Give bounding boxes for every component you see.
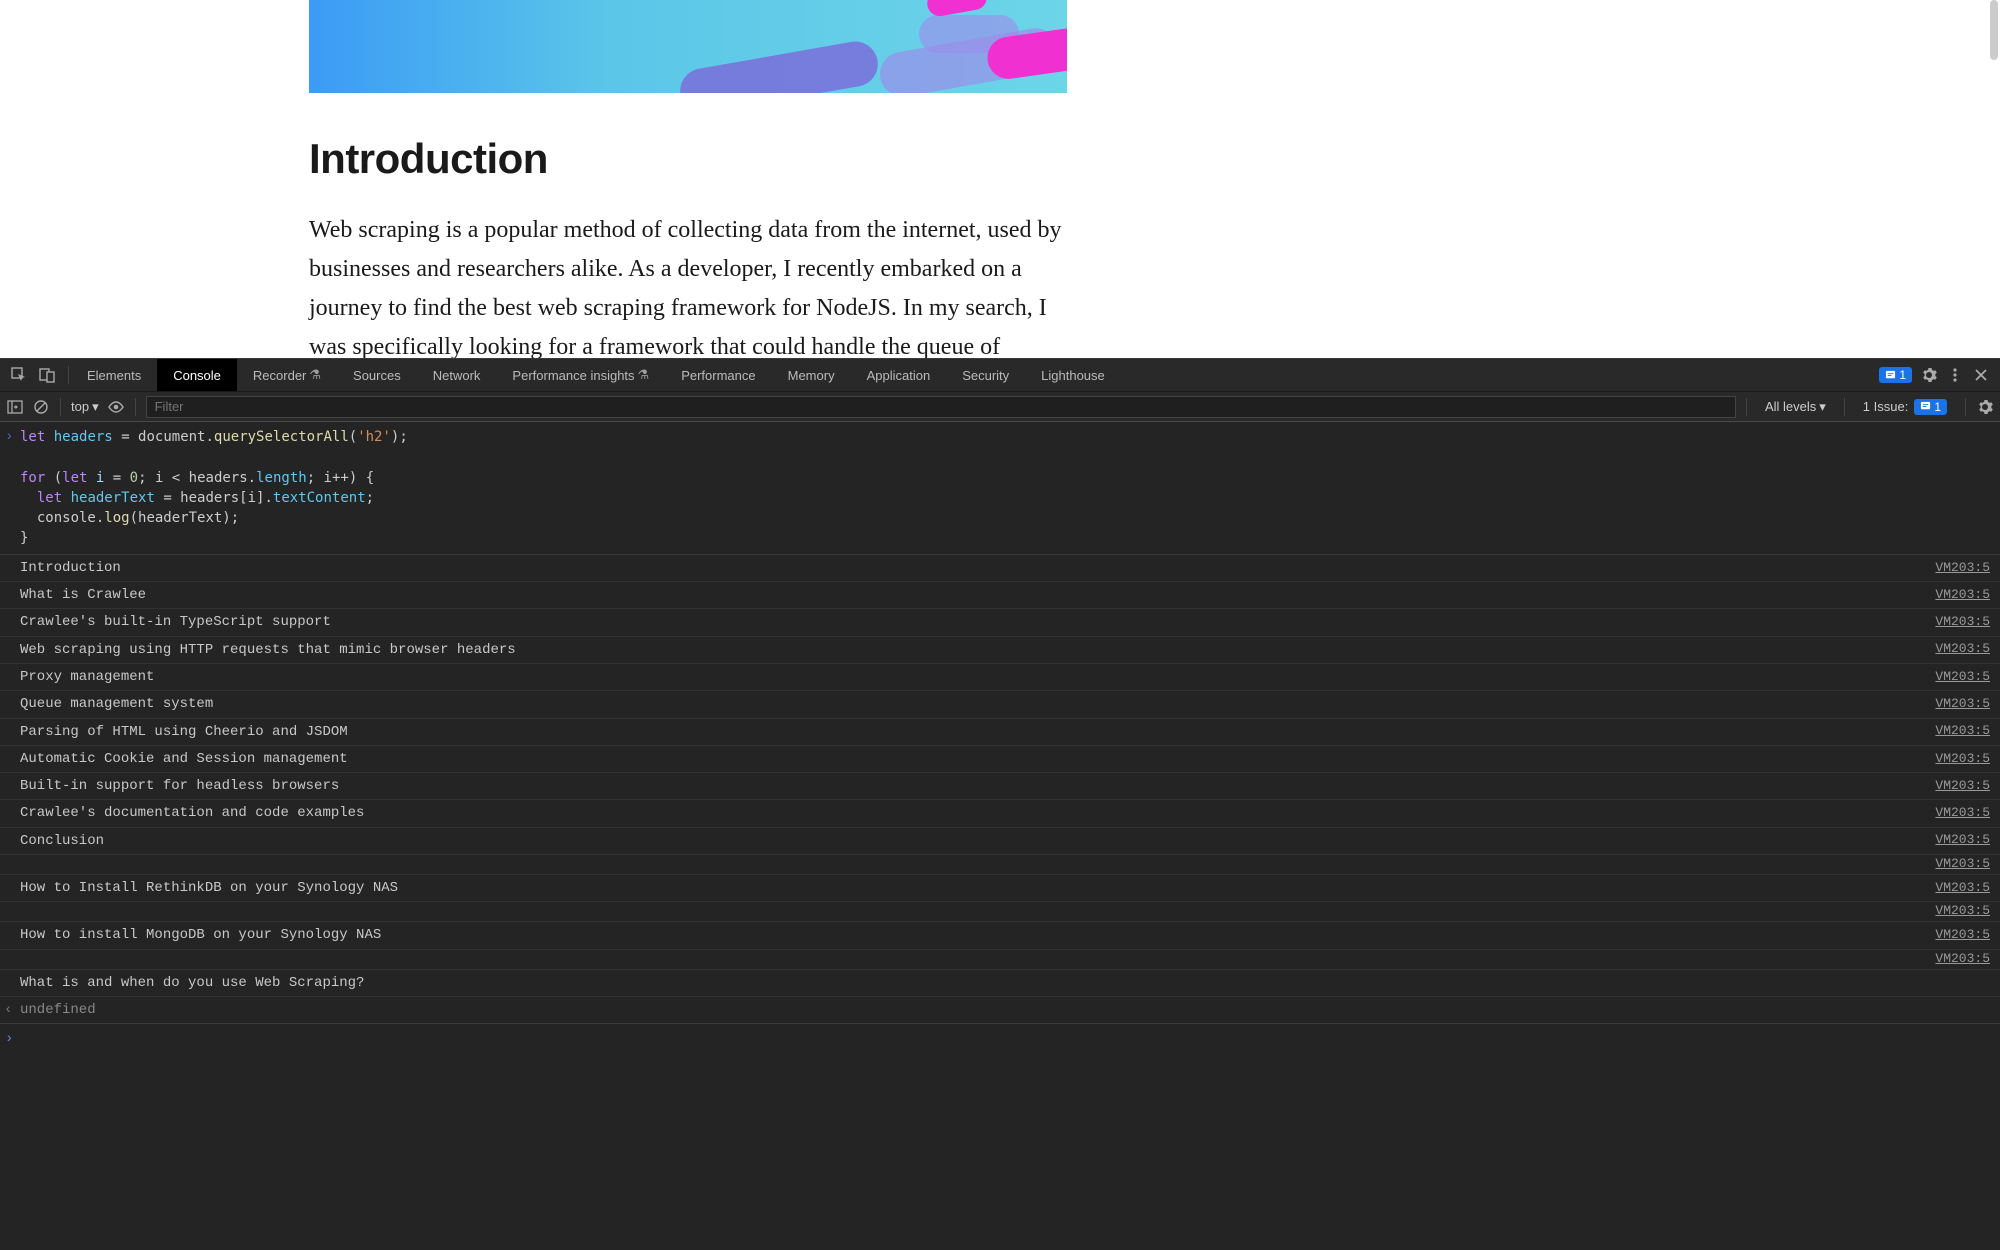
log-row: Automatic Cookie and Session managementV… [0,746,2000,773]
article-heading: Introduction [309,135,1067,183]
context-label: top [71,399,89,414]
gear-icon[interactable] [1976,398,1994,416]
filter-input[interactable] [146,396,1736,418]
log-text: How to install MongoDB on your Synology … [20,925,1935,945]
log-source-link[interactable]: VM203:5 [1935,777,1990,796]
issues-badge-count: 1 [1899,368,1906,382]
log-text: Automatic Cookie and Session management [20,749,1935,769]
log-text: Crawlee's documentation and code example… [20,803,1935,823]
log-source-link[interactable]: VM203:5 [1935,855,1990,874]
console-sidebar-icon[interactable] [6,398,24,416]
log-source-link[interactable]: VM203:5 [1935,750,1990,769]
close-icon[interactable] [1972,366,1990,384]
page-content: Introduction Web scraping is a popular m… [0,0,2000,358]
log-row: Crawlee's built-in TypeScript supportVM2… [0,609,2000,636]
log-row: Queue management systemVM203:5 [0,691,2000,718]
tab-memory[interactable]: Memory [772,359,851,391]
tab-recorder-label: Recorder [253,368,306,383]
flask-icon: ⚗ [638,367,650,383]
log-row: VM203:5 [0,855,2000,875]
tab-performance-insights[interactable]: Performance insights ⚗ [496,359,665,391]
log-row: Crawlee's documentation and code example… [0,800,2000,827]
log-source-link[interactable]: VM203:5 [1935,722,1990,741]
tab-network[interactable]: Network [417,359,497,391]
log-source-link[interactable]: VM203:5 [1935,902,1990,921]
log-text: Proxy management [20,667,1935,687]
levels-label: All levels [1765,399,1816,414]
log-text: What is and when do you use Web Scraping… [20,973,1990,993]
log-row: VM203:5 [0,950,2000,970]
log-source-link[interactable]: VM203:5 [1935,804,1990,823]
log-source-link[interactable]: VM203:5 [1935,950,1990,969]
log-row: IntroductionVM203:5 [0,555,2000,582]
result-row: ‹ undefined [0,997,2000,1024]
tab-performance[interactable]: Performance [665,359,771,391]
tab-console[interactable]: Console [157,359,237,391]
log-levels-selector[interactable]: All levels ▾ [1757,399,1834,415]
console-output[interactable]: › let headers = document.querySelectorAl… [0,422,2000,1250]
log-source-link[interactable]: VM203:5 [1935,613,1990,632]
log-row: How to Install RethinkDB on your Synolog… [0,875,2000,902]
log-source-link[interactable]: VM203:5 [1935,926,1990,945]
clear-console-icon[interactable] [32,398,50,416]
log-row: VM203:5 [0,902,2000,922]
log-row: ConclusionVM203:5 [0,828,2000,855]
log-source-link[interactable]: VM203:5 [1935,668,1990,687]
issues-label: 1 Issue: [1863,399,1909,414]
issues-indicator[interactable]: 1 Issue: 1 [1855,399,1955,415]
log-text: Built-in support for headless browsers [20,776,1935,796]
chevron-down-icon: ▾ [92,399,99,415]
log-text: Queue management system [20,694,1935,714]
device-toggle-icon[interactable] [38,366,56,384]
issues-count: 1 [1934,400,1941,414]
log-row: Proxy managementVM203:5 [0,664,2000,691]
tab-sources[interactable]: Sources [337,359,417,391]
undefined-text: undefined [20,1000,96,1020]
prompt-arrow-icon: › [5,427,13,447]
context-selector[interactable]: top ▾ [71,399,99,415]
log-text: Conclusion [20,831,1935,851]
log-row: What is and when do you use Web Scraping… [0,970,2000,997]
tab-lighthouse[interactable]: Lighthouse [1025,359,1121,391]
log-row: Web scraping using HTTP requests that mi… [0,637,2000,664]
hero-image [309,0,1067,93]
devtools-panel: Elements Console Recorder⚗ Sources Netwo… [0,358,2000,1250]
log-row: What is CrawleeVM203:5 [0,582,2000,609]
issues-badge[interactable]: 1 [1879,367,1912,383]
tab-security[interactable]: Security [946,359,1025,391]
log-row: How to install MongoDB on your Synology … [0,922,2000,949]
scrollbar[interactable] [1990,0,1998,60]
console-toolbar: top ▾ All levels ▾ 1 Issue: 1 [0,392,2000,422]
log-source-link[interactable]: VM203:5 [1935,586,1990,605]
prompt-arrow-icon: › [5,1029,13,1049]
eye-icon[interactable] [107,398,125,416]
log-text: Web scraping using HTTP requests that mi… [20,640,1935,660]
log-source-link[interactable]: VM203:5 [1935,695,1990,714]
chevron-down-icon: ▾ [1819,399,1826,415]
article-body: Web scraping is a popular method of coll… [309,211,1067,358]
console-code-input: › let headers = document.querySelectorAl… [0,422,2000,555]
tab-elements[interactable]: Elements [71,359,157,391]
flask-icon: ⚗ [309,367,321,383]
log-source-link[interactable]: VM203:5 [1935,879,1990,898]
log-text: Parsing of HTML using Cheerio and JSDOM [20,722,1935,742]
log-row: Parsing of HTML using Cheerio and JSDOMV… [0,719,2000,746]
more-icon[interactable] [1946,366,1964,384]
tab-application[interactable]: Application [851,359,947,391]
gear-icon[interactable] [1920,366,1938,384]
log-source-link[interactable]: VM203:5 [1935,831,1990,850]
tab-recorder[interactable]: Recorder⚗ [237,359,337,391]
tab-pi-label: Performance insights [512,368,634,383]
devtools-tabbar: Elements Console Recorder⚗ Sources Netwo… [0,358,2000,392]
result-arrow-icon: ‹ [4,1000,12,1020]
log-text: Crawlee's built-in TypeScript support [20,612,1935,632]
log-row: Built-in support for headless browsersVM… [0,773,2000,800]
log-source-link[interactable]: VM203:5 [1935,559,1990,578]
log-text: How to Install RethinkDB on your Synolog… [20,878,1935,898]
log-source-link[interactable]: VM203:5 [1935,640,1990,659]
inspect-icon[interactable] [10,366,28,384]
prompt-row[interactable]: › [0,1024,2000,1044]
log-text: What is Crawlee [20,585,1935,605]
log-text: Introduction [20,558,1935,578]
